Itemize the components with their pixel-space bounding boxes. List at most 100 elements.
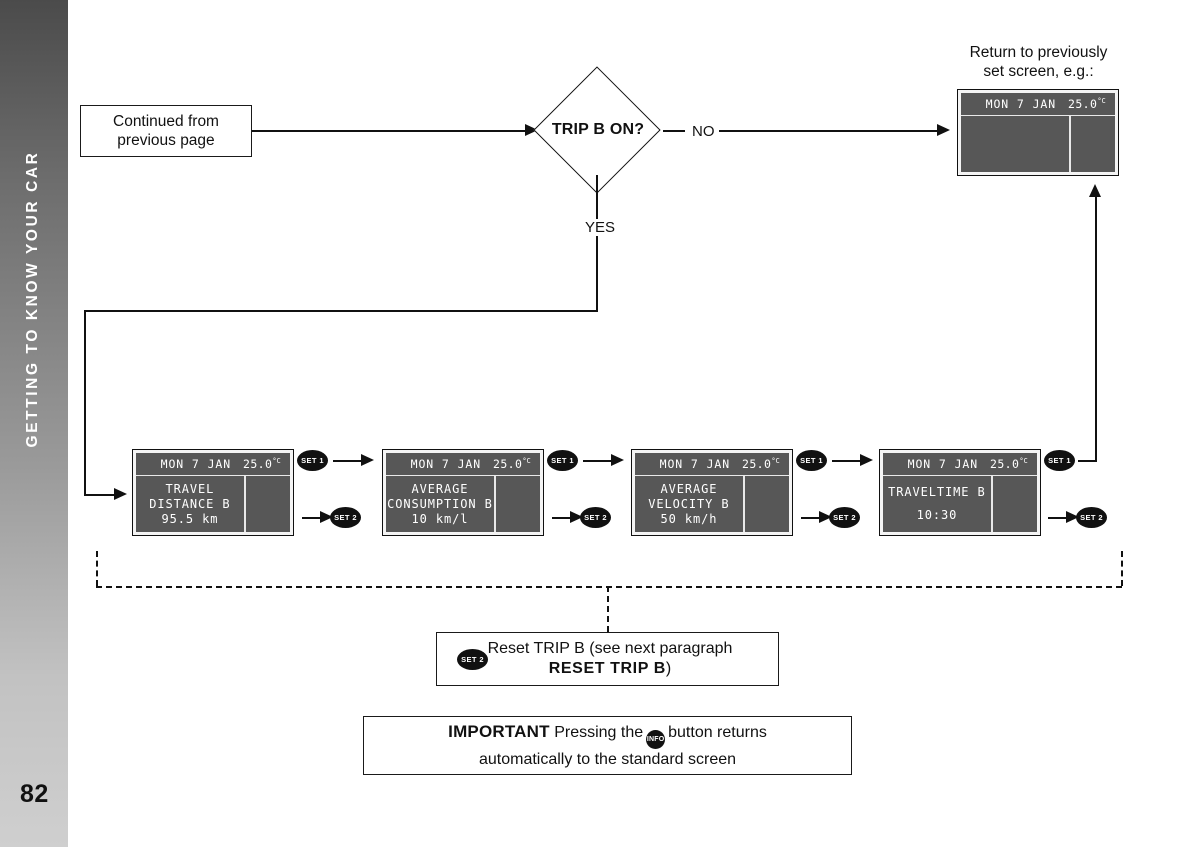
reset-trip-b-note: SET 2 Reset TRIP B (see next paragraph R… <box>436 632 779 686</box>
decision-label: TRIP B ON? <box>551 121 645 138</box>
set2-button-reset-note[interactable]: SET 2 <box>457 648 488 670</box>
lcd-line: CONSUMPTION B <box>387 496 493 511</box>
set1-button-1[interactable]: SET 1 <box>297 450 328 471</box>
lcd-content <box>961 116 1069 172</box>
dashed-stub-left <box>96 551 98 586</box>
set2-button-4[interactable]: SET 2 <box>1076 507 1107 528</box>
lcd-line: DISTANCE B <box>149 496 231 511</box>
reset-note-text: Reset TRIP B (see next paragraph RESET T… <box>468 639 778 679</box>
connector-yes-down <box>596 175 598 312</box>
lcd-temperature: 25.0°C <box>1068 97 1106 111</box>
lcd-divider <box>1068 116 1071 172</box>
lcd-divider <box>990 476 993 532</box>
lcd-divider <box>243 476 246 532</box>
lcd-date: MON 7 JAN <box>160 457 232 471</box>
lcd-temperature: 25.0°C <box>493 457 531 471</box>
display-traveltime-b: MON 7 JAN 25.0°C TRAVELTIME B 10:30 <box>879 449 1041 536</box>
lcd-line: VELOCITY B <box>648 496 730 511</box>
lcd-date: MON 7 JAN <box>410 457 482 471</box>
lcd-temperature: 25.0°C <box>742 457 780 471</box>
connector-continued-to-decision <box>252 130 529 132</box>
set1-button-4[interactable]: SET 1 <box>1044 450 1075 471</box>
lcd-content: TRAVELTIME B 10:30 <box>883 476 991 532</box>
connector-set1-1 <box>333 460 364 462</box>
return-screen-caption: Return to previously set screen, e.g.: <box>969 44 1108 80</box>
reset-note-line2-bold: RESET TRIP B <box>548 660 666 677</box>
display-average-velocity-b: MON 7 JAN 25.0°C AVERAGE VELOCITY B 50 k… <box>631 449 793 536</box>
info-button-icon[interactable]: INFO <box>646 730 666 749</box>
lcd-temperature-unit: °C <box>272 457 281 466</box>
important-note: IMPORTANT Pressing the INFO button returns… <box>363 716 852 775</box>
page-number: 82 <box>20 780 49 808</box>
lcd-date: MON 7 JAN <box>659 457 731 471</box>
dashed-bus-horizontal <box>96 586 1122 588</box>
lcd-temperature: 25.0°C <box>243 457 281 471</box>
lcd-topbar: MON 7 JAN 25.0°C <box>635 453 789 476</box>
continued-box-label: Continued from previous page <box>113 113 219 149</box>
lcd-content: AVERAGE VELOCITY B 50 km/h <box>635 476 743 532</box>
arrow-into-return-screen <box>937 124 950 136</box>
display-travel-distance-b: MON 7 JAN 25.0°C TRAVEL DISTANCE B 95.5 … <box>132 449 294 536</box>
branch-label-yes: YES <box>582 219 619 236</box>
set1-button-3[interactable]: SET 1 <box>796 450 827 471</box>
lcd-inner: MON 7 JAN 25.0°C AVERAGE VELOCITY B 50 k… <box>635 453 789 532</box>
chapter-sidebar: GETTING TO KNOW YOUR CAR 82 <box>0 0 68 847</box>
lcd-divider <box>742 476 745 532</box>
display-average-consumption-b: MON 7 JAN 25.0°C AVERAGE CONSUMPTION B 1… <box>382 449 544 536</box>
lcd-body: AVERAGE VELOCITY B 50 km/h <box>635 476 789 532</box>
lcd-line: 95.5 km <box>161 511 219 526</box>
lcd-topbar: MON 7 JAN 25.0°C <box>386 453 540 476</box>
important-line2: automatically to the standard screen <box>478 751 737 768</box>
set2-button-3[interactable]: SET 2 <box>829 507 860 528</box>
lcd-body: AVERAGE CONSUMPTION B 10 km/l <box>386 476 540 532</box>
lcd-topbar: MON 7 JAN 25.0°C <box>961 93 1115 116</box>
lcd-line: 50 km/h <box>660 511 718 526</box>
connector-yes-into-first-display <box>84 494 117 496</box>
important-text-before: Pressing the <box>554 724 644 741</box>
lcd-temperature-unit: °C <box>522 457 531 466</box>
lcd-line: TRAVEL <box>165 481 215 496</box>
continued-from-previous-page-box: Continued from previous page <box>80 105 252 157</box>
connector-yes-left <box>84 310 598 312</box>
manual-page: GETTING TO KNOW YOUR CAR 82 Continued fr… <box>0 0 1200 847</box>
lcd-inner: MON 7 JAN 25.0°C AVERAGE CONSUMPTION B 1… <box>386 453 540 532</box>
lcd-content: TRAVEL DISTANCE B 95.5 km <box>136 476 244 532</box>
connector-no-to-return-screen <box>719 130 941 132</box>
set2-button-2[interactable]: SET 2 <box>580 507 611 528</box>
lcd-topbar: MON 7 JAN 25.0°C <box>883 453 1037 476</box>
reset-note-line2-tail: ) <box>665 660 672 677</box>
connector-set1-2 <box>583 460 614 462</box>
lcd-content: AVERAGE CONSUMPTION B 10 km/l <box>386 476 494 532</box>
lcd-date: MON 7 JAN <box>985 97 1057 111</box>
important-text-after: button returns <box>668 724 767 741</box>
lcd-body: TRAVEL DISTANCE B 95.5 km <box>136 476 290 532</box>
set2-button-1[interactable]: SET 2 <box>330 507 361 528</box>
lcd-body <box>961 116 1115 172</box>
arrow-into-return-screen-bottom <box>1089 184 1101 197</box>
lcd-body: TRAVELTIME B 10:30 <box>883 476 1037 532</box>
arrow-set1-2 <box>611 454 624 466</box>
lcd-date: MON 7 JAN <box>907 457 979 471</box>
important-note-text: IMPORTANT Pressing the INFO button returns… <box>448 721 767 770</box>
display-return-screen: MON 7 JAN 25.0°C <box>957 89 1119 176</box>
important-label: IMPORTANT <box>448 722 550 741</box>
reset-note-line1: Reset TRIP B (see next paragraph <box>487 640 733 657</box>
lcd-temperature-unit: °C <box>771 457 780 466</box>
connector-set1-3 <box>832 460 863 462</box>
connector-yes-down-left <box>84 310 86 496</box>
lcd-line: 10:30 <box>916 508 958 522</box>
lcd-temperature-unit: °C <box>1097 97 1106 106</box>
lcd-line: 10 km/l <box>411 511 469 526</box>
set1-button-2[interactable]: SET 1 <box>547 450 578 471</box>
lcd-inner: MON 7 JAN 25.0°C <box>961 93 1115 172</box>
lcd-inner: MON 7 JAN 25.0°C TRAVELTIME B 10:30 <box>883 453 1037 532</box>
lcd-temperature: 25.0°C <box>990 457 1028 471</box>
lcd-temperature-unit: °C <box>1019 457 1028 466</box>
lcd-topbar: MON 7 JAN 25.0°C <box>136 453 290 476</box>
lcd-inner: MON 7 JAN 25.0°C TRAVEL DISTANCE B 95.5 … <box>136 453 290 532</box>
branch-label-no: NO <box>689 123 718 140</box>
lcd-line: AVERAGE <box>411 481 469 496</box>
connector-no-stub <box>663 130 685 132</box>
lcd-line: AVERAGE <box>660 481 718 496</box>
lcd-divider <box>493 476 496 532</box>
